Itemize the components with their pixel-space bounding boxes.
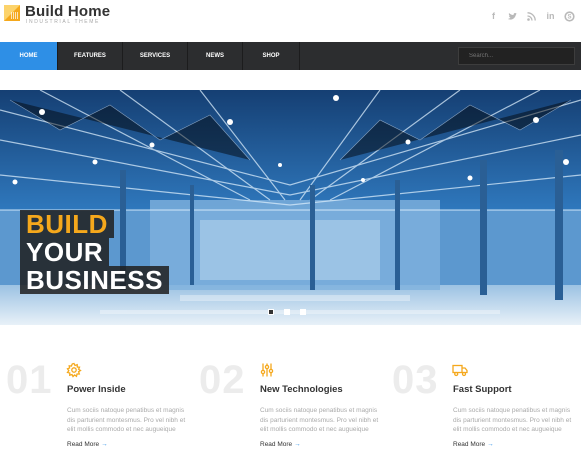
hero-line-3: BUSINESS	[20, 266, 169, 294]
feature-description: Cum sociis natoque penatibus et magnis d…	[453, 407, 572, 433]
hero-slider[interactable]: BUILD YOUR BUSINESS	[0, 90, 581, 325]
slider-dot-1[interactable]	[268, 309, 274, 315]
facebook-icon[interactable]: f	[488, 11, 499, 22]
feature-title: New Technologies	[260, 384, 343, 395]
logo-icon[interactable]	[4, 5, 20, 21]
twitter-icon[interactable]	[507, 11, 518, 22]
social-links: f in S	[488, 11, 575, 22]
feature-number: 02	[199, 358, 246, 402]
svg-text:S: S	[567, 15, 571, 21]
nav-item-home[interactable]: Home	[0, 42, 58, 70]
feature-title: Power Inside	[67, 384, 126, 395]
read-more-link[interactable]: Read More →	[453, 441, 494, 448]
feature-description: Cum sociis natoque penatibus et magnis d…	[260, 407, 379, 433]
slider-pagination	[268, 309, 306, 315]
read-more-label[interactable]: Read More	[453, 441, 485, 448]
read-more-link[interactable]: Read More →	[67, 441, 108, 448]
read-more-label[interactable]: Read More	[260, 441, 292, 448]
feature-fast-support: 03 Fast Support Cum sociis natoque penat…	[386, 350, 576, 470]
read-more-link[interactable]: Read More →	[260, 441, 301, 448]
arrow-right-icon: →	[294, 441, 301, 448]
feature-power-inside: 01 Power Inside Cum sociis natoque penat…	[0, 350, 190, 470]
hero-line-1: BUILD	[20, 210, 114, 238]
feature-new-technologies: 02 New Technologies Cum sociis natoque p…	[193, 350, 383, 470]
sliders-icon	[260, 363, 274, 377]
nav-item-services[interactable]: Services	[123, 42, 188, 70]
rss-icon[interactable]	[526, 11, 537, 22]
logo-title[interactable]: Build Home	[25, 3, 110, 20]
hero-line-2: YOUR	[20, 238, 110, 266]
feature-description: Cum sociis natoque penatibus et magnis d…	[67, 407, 186, 433]
linkedin-icon[interactable]: in	[545, 11, 556, 22]
slider-dot-2[interactable]	[284, 309, 290, 315]
hero-headline: BUILD YOUR BUSINESS	[20, 210, 169, 294]
logo-subtitle: Industrial Theme	[26, 19, 100, 25]
slider-dot-3[interactable]	[300, 309, 306, 315]
feature-title: Fast Support	[453, 384, 512, 395]
skype-icon[interactable]: S	[564, 11, 575, 22]
nav-item-news[interactable]: News	[188, 42, 243, 70]
main-navigation: Home Features Services News Shop	[0, 42, 581, 70]
search-input[interactable]	[458, 47, 575, 65]
read-more-label[interactable]: Read More	[67, 441, 99, 448]
feature-number: 03	[392, 358, 439, 402]
nav-item-shop[interactable]: Shop	[243, 42, 300, 70]
feature-number: 01	[6, 358, 53, 402]
truck-icon	[452, 364, 468, 377]
arrow-right-icon: →	[101, 441, 108, 448]
site-header: Build Home Industrial Theme f in S	[0, 0, 581, 42]
arrow-right-icon: →	[487, 441, 494, 448]
gear-icon	[66, 362, 82, 378]
nav-item-features[interactable]: Features	[58, 42, 123, 70]
